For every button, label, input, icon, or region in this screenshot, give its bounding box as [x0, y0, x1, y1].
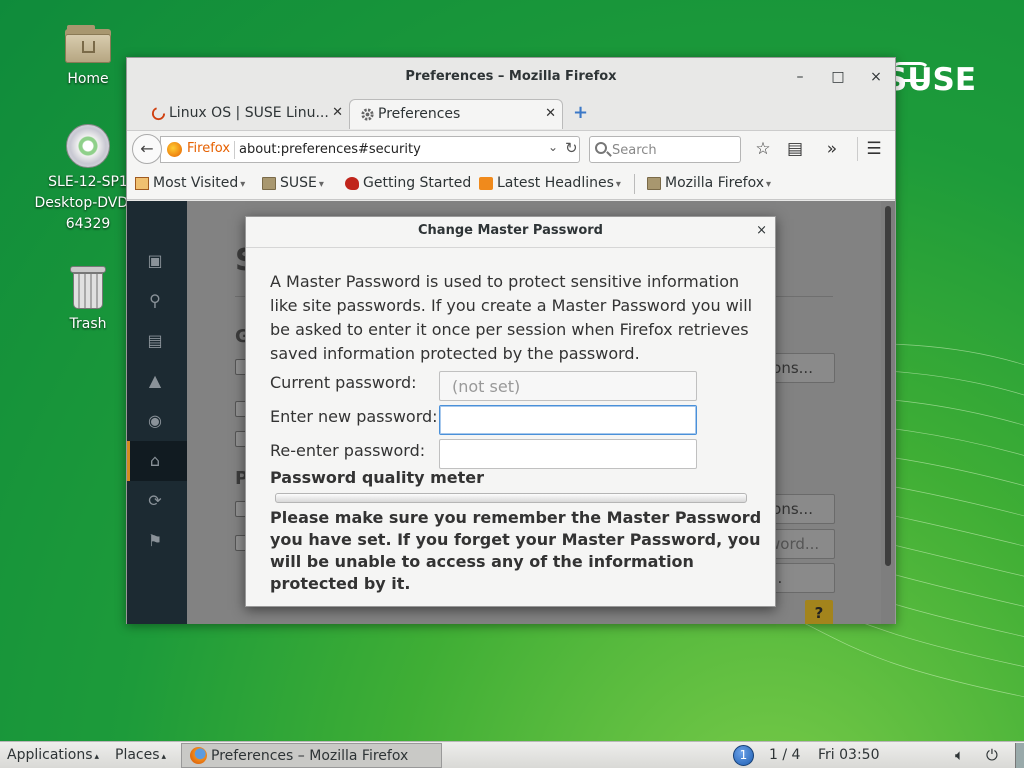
tab-suse-linux[interactable]: Linux OS | SUSE Linu... ✕	[141, 99, 349, 129]
url-separator	[234, 141, 235, 159]
folder-icon	[647, 177, 661, 190]
window-titlebar[interactable]: Preferences – Mozilla Firefox – □ ×	[127, 58, 895, 96]
maximize-button[interactable]: □	[828, 67, 848, 87]
workspace-badge[interactable]: 1	[733, 745, 754, 766]
search-bar[interactable]	[589, 136, 741, 163]
close-tab-icon[interactable]: ✕	[545, 106, 556, 121]
url-history-dropdown-icon[interactable]: ⌄	[548, 140, 558, 154]
bookmark-getting-started[interactable]: Getting Started	[345, 175, 471, 191]
reenter-password-field[interactable]	[439, 439, 697, 469]
new-password-label: Enter new password:	[270, 407, 438, 426]
most-visited-icon	[135, 177, 149, 190]
dialog-close-button[interactable]: ×	[756, 223, 767, 238]
scrollbar-thumb[interactable]	[885, 206, 891, 566]
places-menu[interactable]: Places ▴	[115, 747, 166, 763]
new-password-field[interactable]	[439, 405, 697, 435]
applications-menu[interactable]: Applications ▴	[7, 747, 99, 763]
tab-preferences[interactable]: Preferences ✕	[349, 99, 563, 129]
reading-list-icon[interactable]: ▤	[783, 137, 807, 161]
reenter-password-label: Re-enter password:	[270, 441, 426, 460]
general-icon[interactable]: ▣	[145, 251, 165, 271]
firefox-logo-icon	[167, 142, 182, 157]
dialog-title: Change Master Password	[418, 223, 603, 238]
bookmark-label: Mozilla Firefox	[665, 175, 765, 191]
preferences-sidebar: ▣ ⚲ ▤ ▲ ◉ ⌂ ⟳ ⚑	[127, 201, 187, 624]
security-icon[interactable]: ⌂	[145, 451, 165, 471]
privacy-icon[interactable]: ◉	[145, 411, 165, 431]
clock[interactable]: Fri 03:50	[818, 747, 879, 763]
workspace-indicator[interactable]: 1 / 4	[769, 747, 800, 763]
dialog-description: A Master Password is used to protect sen…	[270, 272, 753, 363]
chameleon-icon	[345, 177, 359, 190]
tab-label: Linux OS | SUSE Linu...	[169, 105, 329, 121]
bookmark-latest-headlines[interactable]: Latest Headlines ▾	[479, 175, 621, 191]
current-password-field	[439, 371, 697, 401]
tab-label: Preferences	[378, 106, 461, 122]
taskbar-edge-handle	[1015, 743, 1024, 768]
volume-icon[interactable]: 🔈︎	[955, 746, 964, 764]
window-title: Preferences – Mozilla Firefox	[405, 69, 617, 84]
bookmark-star-icon[interactable]: ☆	[751, 137, 775, 161]
bookmark-mozilla-firefox[interactable]: Mozilla Firefox ▾	[647, 175, 771, 191]
bookmark-label: SUSE	[280, 175, 317, 191]
close-tab-icon[interactable]: ✕	[332, 105, 343, 120]
url-text[interactable]: about:preferences#security	[239, 142, 421, 157]
bookmark-suse[interactable]: SUSE ▾	[262, 175, 324, 191]
trash-icon	[70, 266, 106, 310]
dvd-disc-icon	[66, 124, 110, 168]
identity-label: Firefox	[187, 141, 231, 156]
hamburger-menu-icon[interactable]: ☰	[862, 137, 886, 161]
search-icon[interactable]: ⚲	[145, 291, 165, 311]
applications-menu-label: Applications	[7, 747, 93, 763]
minimize-button[interactable]: –	[790, 67, 810, 87]
dialog-warning: Please make sure you remember the Master…	[270, 508, 762, 593]
bookmark-label: Latest Headlines	[497, 175, 614, 191]
gear-icon	[361, 108, 374, 121]
url-bar[interactable]: Firefox about:preferences#security ⌄ ↻	[160, 136, 580, 163]
folder-icon	[262, 177, 276, 190]
help-button: ?	[805, 600, 833, 624]
advanced-icon[interactable]: ⚑	[145, 531, 165, 551]
suse-logo: SUSE	[885, 62, 977, 98]
firefox-icon	[190, 747, 207, 764]
rss-icon	[479, 177, 493, 190]
identity-box[interactable]: Firefox	[167, 141, 231, 157]
power-icon[interactable]: ⏻	[986, 746, 998, 764]
toolbar-separator	[857, 137, 858, 161]
applications-icon[interactable]: ▲	[145, 371, 165, 391]
change-master-password-dialog: Change Master Password × A Master Passwo…	[245, 216, 776, 607]
back-arrow-icon: ←	[140, 139, 154, 158]
home-folder-icon	[65, 25, 111, 65]
close-window-button[interactable]: ×	[866, 67, 886, 87]
content-icon[interactable]: ▤	[145, 331, 165, 351]
bookmarks-toolbar: Most Visited ▾ SUSE ▾ Getting Started Late…	[127, 166, 895, 200]
loading-throbber-icon	[151, 106, 166, 121]
places-menu-label: Places	[115, 747, 160, 763]
taskbar-item-label: Preferences – Mozilla Firefox	[211, 748, 409, 764]
bookmarks-separator	[634, 174, 635, 194]
overflow-chevron-icon[interactable]: »	[820, 137, 844, 161]
sync-icon[interactable]: ⟳	[145, 491, 165, 511]
current-password-label: Current password:	[270, 373, 417, 392]
reload-icon[interactable]: ↻	[565, 139, 578, 157]
bookmark-label: Most Visited	[153, 175, 239, 191]
search-icon	[595, 142, 607, 154]
taskbar: Applications ▴ Places ▴ Preferences – Mozi…	[0, 741, 1024, 768]
dialog-header-divider	[246, 247, 775, 248]
password-quality-meter	[275, 493, 747, 503]
tab-strip: Linux OS | SUSE Linu... ✕ Preferences ✕ …	[127, 96, 895, 130]
password-quality-label: Password quality meter	[270, 468, 484, 487]
back-button[interactable]: ←	[132, 134, 162, 164]
new-tab-button[interactable]: +	[573, 102, 588, 123]
bookmark-label: Getting Started	[363, 175, 472, 191]
taskbar-item-firefox[interactable]: Preferences – Mozilla Firefox	[181, 743, 442, 768]
navigation-toolbar: Firefox about:preferences#security ⌄ ↻ ←…	[127, 130, 895, 166]
search-input[interactable]	[612, 140, 737, 160]
bookmark-most-visited[interactable]: Most Visited ▾	[135, 175, 245, 191]
